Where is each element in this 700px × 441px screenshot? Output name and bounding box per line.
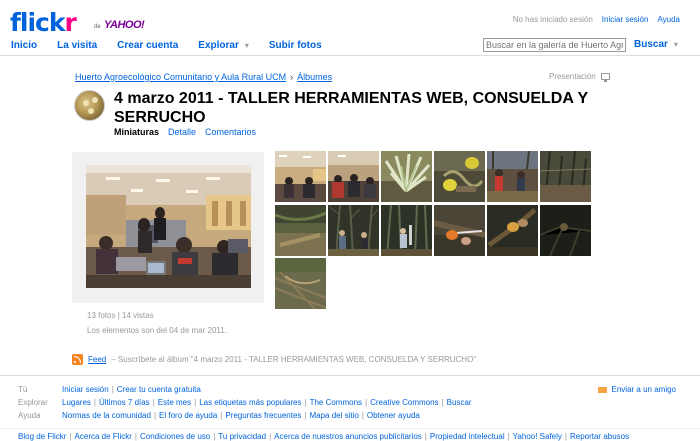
footer-link[interactable]: Obtener ayuda — [367, 411, 420, 420]
footer-link[interactable]: Este mes — [158, 398, 191, 407]
main-nav: Inicio La visita Crear cuenta Explorar ▾ … — [11, 40, 342, 51]
flickr-logo[interactable]: flickr de YAHOO! — [10, 8, 145, 37]
bottom-links: Blog de Flickr | Acerca de Flickr | Condic… — [18, 432, 630, 441]
feed-link[interactable]: Feed — [88, 355, 106, 364]
photo-thumbnail[interactable] — [540, 205, 591, 256]
sign-in-link[interactable]: Iniciar sesión — [602, 15, 649, 24]
breadcrumb-albums[interactable]: Álbumes — [297, 72, 332, 82]
footer-row-you: Tú Iniciar sesión | Crear tu cuenta gratu… — [18, 385, 201, 394]
photo-thumbnail[interactable] — [540, 151, 591, 202]
footer-label: Ayuda — [18, 411, 41, 420]
footer-link[interactable]: Buscar — [447, 398, 472, 407]
chevron-down-icon: ▾ — [244, 41, 249, 50]
bottom-divider — [0, 428, 700, 429]
photo-thumbnail[interactable] — [275, 258, 326, 309]
search-button[interactable]: Buscar ▾ — [634, 39, 678, 50]
slideshow-button[interactable]: Presentación — [549, 72, 610, 82]
photo-thumbnail[interactable] — [328, 205, 379, 256]
footer-link[interactable]: Crear tu cuenta gratuita — [117, 385, 201, 394]
tab-comments[interactable]: Comentarios — [205, 127, 256, 137]
footer-link[interactable]: El foro de ayuda — [159, 411, 217, 420]
photo-thumbnail[interactable] — [434, 205, 485, 256]
nav-create-account[interactable]: Crear cuenta — [117, 40, 178, 51]
tab-thumbnails[interactable]: Miniaturas — [114, 127, 159, 137]
bottom-link[interactable]: Condiciones de uso — [140, 432, 210, 441]
logo-de: de — [94, 24, 101, 30]
album-title: 4 marzo 2011 - TALLER HERRAMIENTAS WEB, … — [114, 90, 588, 126]
send-to-friend[interactable]: Enviar a un amigo — [597, 385, 676, 394]
footer-label: Tú — [18, 385, 28, 394]
logo-text-r: r — [64, 8, 76, 37]
avatar[interactable] — [74, 90, 105, 121]
album-dates: Los elementos son del 04 de mar 2011. — [87, 326, 227, 335]
help-link[interactable]: Ayuda — [657, 15, 680, 24]
send-to-friend-label: Enviar a un amigo — [611, 385, 676, 394]
album-cover-box — [72, 152, 264, 303]
nav-home[interactable]: Inicio — [11, 40, 37, 51]
bottom-link[interactable]: Acerca de nuestros anuncios publicitario… — [274, 432, 422, 441]
bottom-link[interactable]: Blog de Flickr — [18, 432, 66, 441]
photo-thumbnail[interactable] — [487, 151, 538, 202]
yahoo-logo: YAHOO! — [104, 19, 145, 31]
photo-thumbnail[interactable] — [275, 151, 326, 202]
bottom-link[interactable]: Yahoo! Safely — [513, 432, 562, 441]
view-tabs: Miniaturas Detalle Comentarios — [114, 127, 256, 137]
album-feed: Feed – Suscríbete al álbum "4 marzo 2011… — [72, 354, 476, 365]
album-stats: 13 fotos | 14 vistas — [87, 311, 154, 320]
footer-label: Explorar — [18, 398, 48, 407]
nav-tour[interactable]: La visita — [57, 40, 97, 51]
breadcrumb: Huerto Agroecológico Comunitario y Aula … — [75, 72, 332, 82]
photo-thumbnail[interactable] — [487, 205, 538, 256]
footer-link[interactable]: The Commons — [310, 398, 362, 407]
album-cover-photo[interactable] — [86, 165, 251, 288]
header-divider — [0, 55, 700, 56]
footer-divider — [0, 375, 700, 376]
search-input[interactable] — [483, 38, 626, 52]
footer-row-explore: Explorar Lugares | Últimos 7 días | Este m… — [18, 398, 472, 407]
photo-thumbnail[interactable] — [381, 205, 432, 256]
bottom-link[interactable]: Tu privacidad — [218, 432, 266, 441]
screen-icon — [600, 73, 610, 82]
account-links: No has iniciado sesión Iniciar sesión Ay… — [513, 15, 680, 24]
breadcrumb-owner[interactable]: Huerto Agroecológico Comunitario y Aula … — [75, 72, 286, 82]
rss-icon[interactable] — [72, 354, 83, 365]
footer-link[interactable]: Preguntas frecuentes — [225, 411, 301, 420]
footer-link[interactable]: Las etiquetas más populares — [199, 398, 301, 407]
footer-link[interactable]: Últimos 7 días — [99, 398, 150, 407]
footer-row-help: Ayuda Normas de la comunidad | El foro de… — [18, 411, 420, 420]
photo-thumbnail[interactable] — [275, 205, 326, 256]
slideshow-label: Presentación — [549, 72, 596, 81]
envelope-icon — [597, 386, 607, 393]
photo-thumbnail[interactable] — [434, 151, 485, 202]
nav-explore[interactable]: Explorar ▾ — [198, 40, 249, 51]
footer-link[interactable]: Creative Commons — [370, 398, 438, 407]
footer-link[interactable]: Iniciar sesión — [62, 385, 109, 394]
bottom-link[interactable]: Acerca de Flickr — [75, 432, 132, 441]
logo-text: flick — [10, 8, 65, 37]
footer-link[interactable]: Lugares — [62, 398, 91, 407]
breadcrumb-separator: › — [290, 72, 294, 82]
tab-detail[interactable]: Detalle — [168, 127, 196, 137]
bottom-link[interactable]: Propiedad intelectual — [430, 432, 505, 441]
photo-thumbnail[interactable] — [381, 151, 432, 202]
bottom-link[interactable]: Reportar abusos — [570, 432, 629, 441]
photo-thumbnail[interactable] — [328, 151, 379, 202]
feed-description: – Suscríbete al álbum "4 marzo 2011 - TA… — [111, 355, 477, 364]
not-signed-in-text: No has iniciado sesión — [512, 15, 593, 24]
nav-upload[interactable]: Subir fotos — [269, 40, 322, 51]
footer-link[interactable]: Normas de la comunidad — [62, 411, 151, 420]
footer-link[interactable]: Mapa del sitio — [309, 411, 358, 420]
chevron-down-icon: ▾ — [673, 40, 678, 49]
